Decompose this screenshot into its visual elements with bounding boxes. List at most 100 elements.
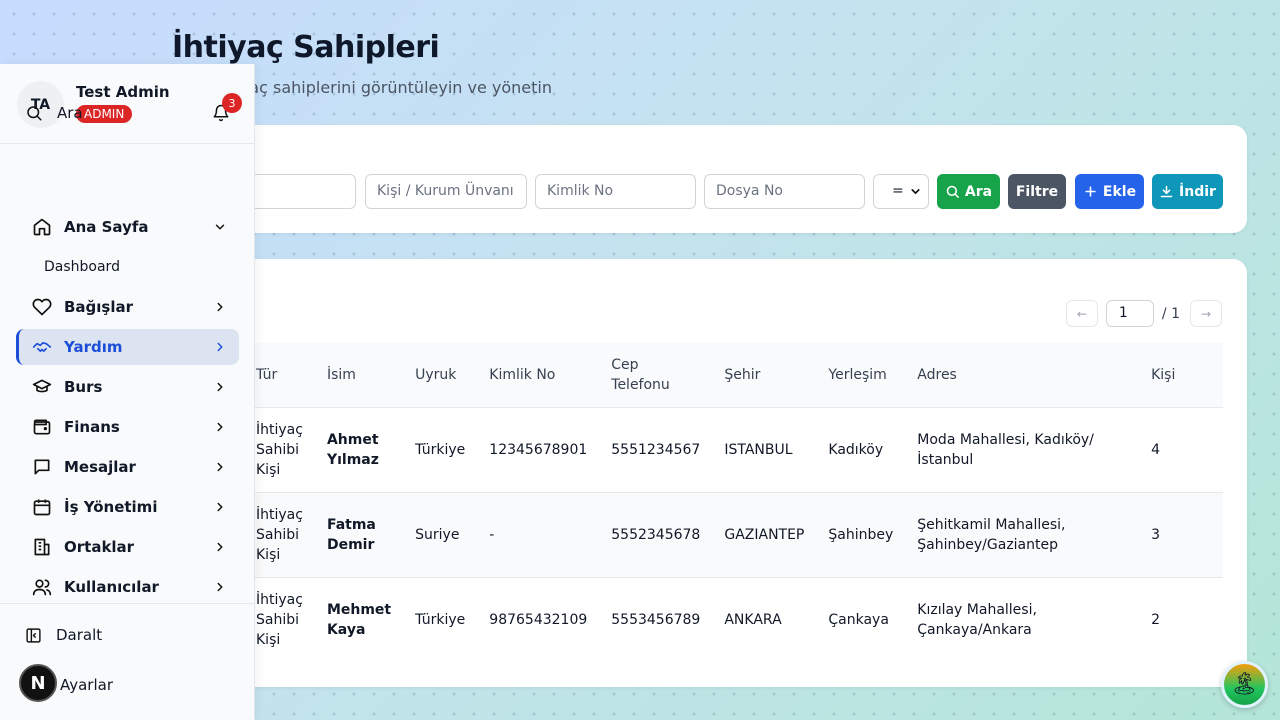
sidebar-item-label: Mesajlar <box>64 458 136 476</box>
operator-select[interactable]: = <box>873 174 929 209</box>
building-icon <box>34 538 50 556</box>
cell-nationality: Türkiye <box>415 611 466 628</box>
sidebar-footer-divider <box>0 603 255 604</box>
sidebar-item-users[interactable]: Kullanıcılar <box>16 569 239 605</box>
chevron-right-icon <box>217 502 223 512</box>
cell-address: Şehitkamil Mahallesi, Şahinbey/Gaziantep <box>917 516 1066 553</box>
add-button-label: Ekle <box>1102 183 1137 200</box>
collapse-sidebar-button[interactable]: Daralt <box>25 626 102 644</box>
cell-name: Fatma Demir <box>326 516 376 553</box>
sidebar-item-partners[interactable]: Ortaklar <box>16 529 239 565</box>
cell-city: ANKARA <box>724 611 782 628</box>
column-header[interactable]: Kişi <box>1139 343 1223 407</box>
cell-address: Moda Mahallesi, Kadıköy/İstanbul <box>917 431 1094 468</box>
column-header[interactable]: Kimlik No <box>477 343 599 407</box>
table-row[interactable]: İhtiyaç Sahibi Kişi Fatma Demir Suriye -… <box>150 492 1223 577</box>
sidebar-item-label: Bağışlar <box>64 298 134 316</box>
chevron-right-icon <box>217 342 223 352</box>
cell-phone: 5553456789 <box>611 611 701 628</box>
notification-badge: 3 <box>222 93 242 113</box>
chevron-down-icon <box>215 224 225 230</box>
search-button[interactable]: Ara <box>937 174 1000 209</box>
handshake-icon <box>32 342 52 352</box>
sidebar-item-label: Finans <box>64 418 120 436</box>
sidebar-item-work-management[interactable]: İş Yönetimi <box>16 489 239 525</box>
wallet-icon <box>33 419 51 435</box>
column-header[interactable]: İsim <box>315 343 403 407</box>
calendar-icon <box>33 499 51 516</box>
column-header[interactable]: Yerleşim <box>816 343 905 407</box>
collapse-label: Daralt <box>56 626 103 644</box>
plus-icon <box>1085 186 1096 197</box>
user-name: Test Admin <box>76 83 170 101</box>
cell-address: Kızılay Mahallesi, Çankaya/Ankara <box>917 601 1037 638</box>
cell-district: Şahinbey <box>828 526 894 543</box>
page-title: İhtiyaç Sahipleri <box>172 30 440 65</box>
sidebar-search-label: Ara <box>57 104 83 122</box>
filter-button-label: Filtre <box>1015 183 1059 200</box>
add-button[interactable]: Ekle <box>1075 174 1144 209</box>
cell-nationality: Suriye <box>415 526 460 543</box>
column-header[interactable]: Adres <box>905 343 1139 407</box>
column-header[interactable]: Cep Telefonu <box>599 343 712 407</box>
search-icon <box>27 106 42 121</box>
chevron-right-icon <box>217 302 223 312</box>
cell-person-count: 3 <box>1151 526 1160 543</box>
sidebar-item-home[interactable]: Ana Sayfa <box>16 209 239 245</box>
chevron-right-icon <box>217 582 223 592</box>
cell-city: GAZIANTEP <box>724 526 805 543</box>
message-icon <box>34 459 50 475</box>
sidebar-collapse-icon <box>26 627 41 643</box>
sidebar-item-messages[interactable]: Mesajlar <box>16 449 239 485</box>
beneficiaries-table: Tür İsim Uyruk Kimlik No Cep Telefonu Şe… <box>150 343 1223 662</box>
cell-name: Mehmet Kaya <box>326 601 392 638</box>
sidebar-subitem-dashboard[interactable]: Dashboard <box>44 259 120 275</box>
filter-card: Kişi / Kurum Ünvanı Kimlik No Dosya No =… <box>150 125 1247 233</box>
role-badge: ADMIN <box>76 105 133 123</box>
cell-person-count: 2 <box>1151 611 1160 628</box>
chevron-right-icon <box>217 462 223 472</box>
cell-district: Kadıköy <box>828 441 884 458</box>
operator-value: = <box>892 183 904 199</box>
cell-phone: 5552345678 <box>611 526 701 543</box>
sidebar-item-label: Burs <box>64 378 103 396</box>
sidebar-item-finance[interactable]: Finans <box>16 409 239 445</box>
n-logo-badge[interactable]: N <box>19 664 57 702</box>
cell-phone: 5551234567 <box>611 441 701 458</box>
filter-button[interactable]: Filtre <box>1008 174 1066 209</box>
column-header[interactable]: Şehir <box>712 343 816 407</box>
table-card: ← 1 / 1 → Tür İsim Uyruk Kimlik No Cep T… <box>150 259 1247 687</box>
settings-label: Ayarlar <box>60 676 114 694</box>
table-row[interactable]: İhtiyaç Sahibi Kişi Mehmet Kaya Türkiye … <box>150 577 1223 662</box>
settings-button[interactable]: Ayarlar <box>60 676 113 694</box>
person-filter-input[interactable]: Kişi / Kurum Ünvanı <box>365 174 527 209</box>
file-filter-input[interactable]: Dosya No <box>704 174 865 209</box>
sidebar-item-label: Ortaklar <box>64 538 135 556</box>
sidebar-search[interactable]: Ara <box>25 104 83 122</box>
cell-city: ISTANBUL <box>724 441 793 458</box>
id-filter-input[interactable]: Kimlik No <box>535 174 696 209</box>
download-button[interactable]: İndir <box>1152 174 1223 209</box>
sidebar-item-scholarship[interactable]: Burs <box>16 369 239 405</box>
users-icon <box>32 579 52 596</box>
cell-id: 12345678901 <box>489 441 588 458</box>
sidebar-item-label: Yardım <box>64 338 123 356</box>
sidebar-item-label: İş Yönetimi <box>64 498 158 516</box>
chevron-right-icon <box>217 422 223 432</box>
sidebar-item-donations[interactable]: Bağışlar <box>16 289 239 325</box>
cell-district: Çankaya <box>828 611 889 628</box>
next-page-button[interactable]: → <box>1190 300 1222 327</box>
chevron-right-icon <box>217 382 223 392</box>
chevron-down-icon <box>911 189 920 194</box>
sidebar-item-help[interactable]: Yardım <box>16 329 239 365</box>
column-header[interactable]: Uyruk <box>403 343 477 407</box>
prev-page-button[interactable]: ← <box>1065 300 1098 327</box>
sidebar-item-label: Ana Sayfa <box>64 218 149 236</box>
cell-person-count: 4 <box>1151 441 1160 458</box>
table-row[interactable]: İhtiyaç Sahibi Kişi Ahmet Yılmaz Türkiye… <box>150 407 1223 492</box>
download-button-label: İndir <box>1179 183 1216 200</box>
graduation-cap-icon <box>32 379 52 393</box>
page-number-input[interactable]: 1 <box>1105 300 1154 327</box>
palm-island-icon[interactable]: 🏝 <box>1221 661 1268 708</box>
table-header-row: Tür İsim Uyruk Kimlik No Cep Telefonu Şe… <box>150 343 1223 407</box>
